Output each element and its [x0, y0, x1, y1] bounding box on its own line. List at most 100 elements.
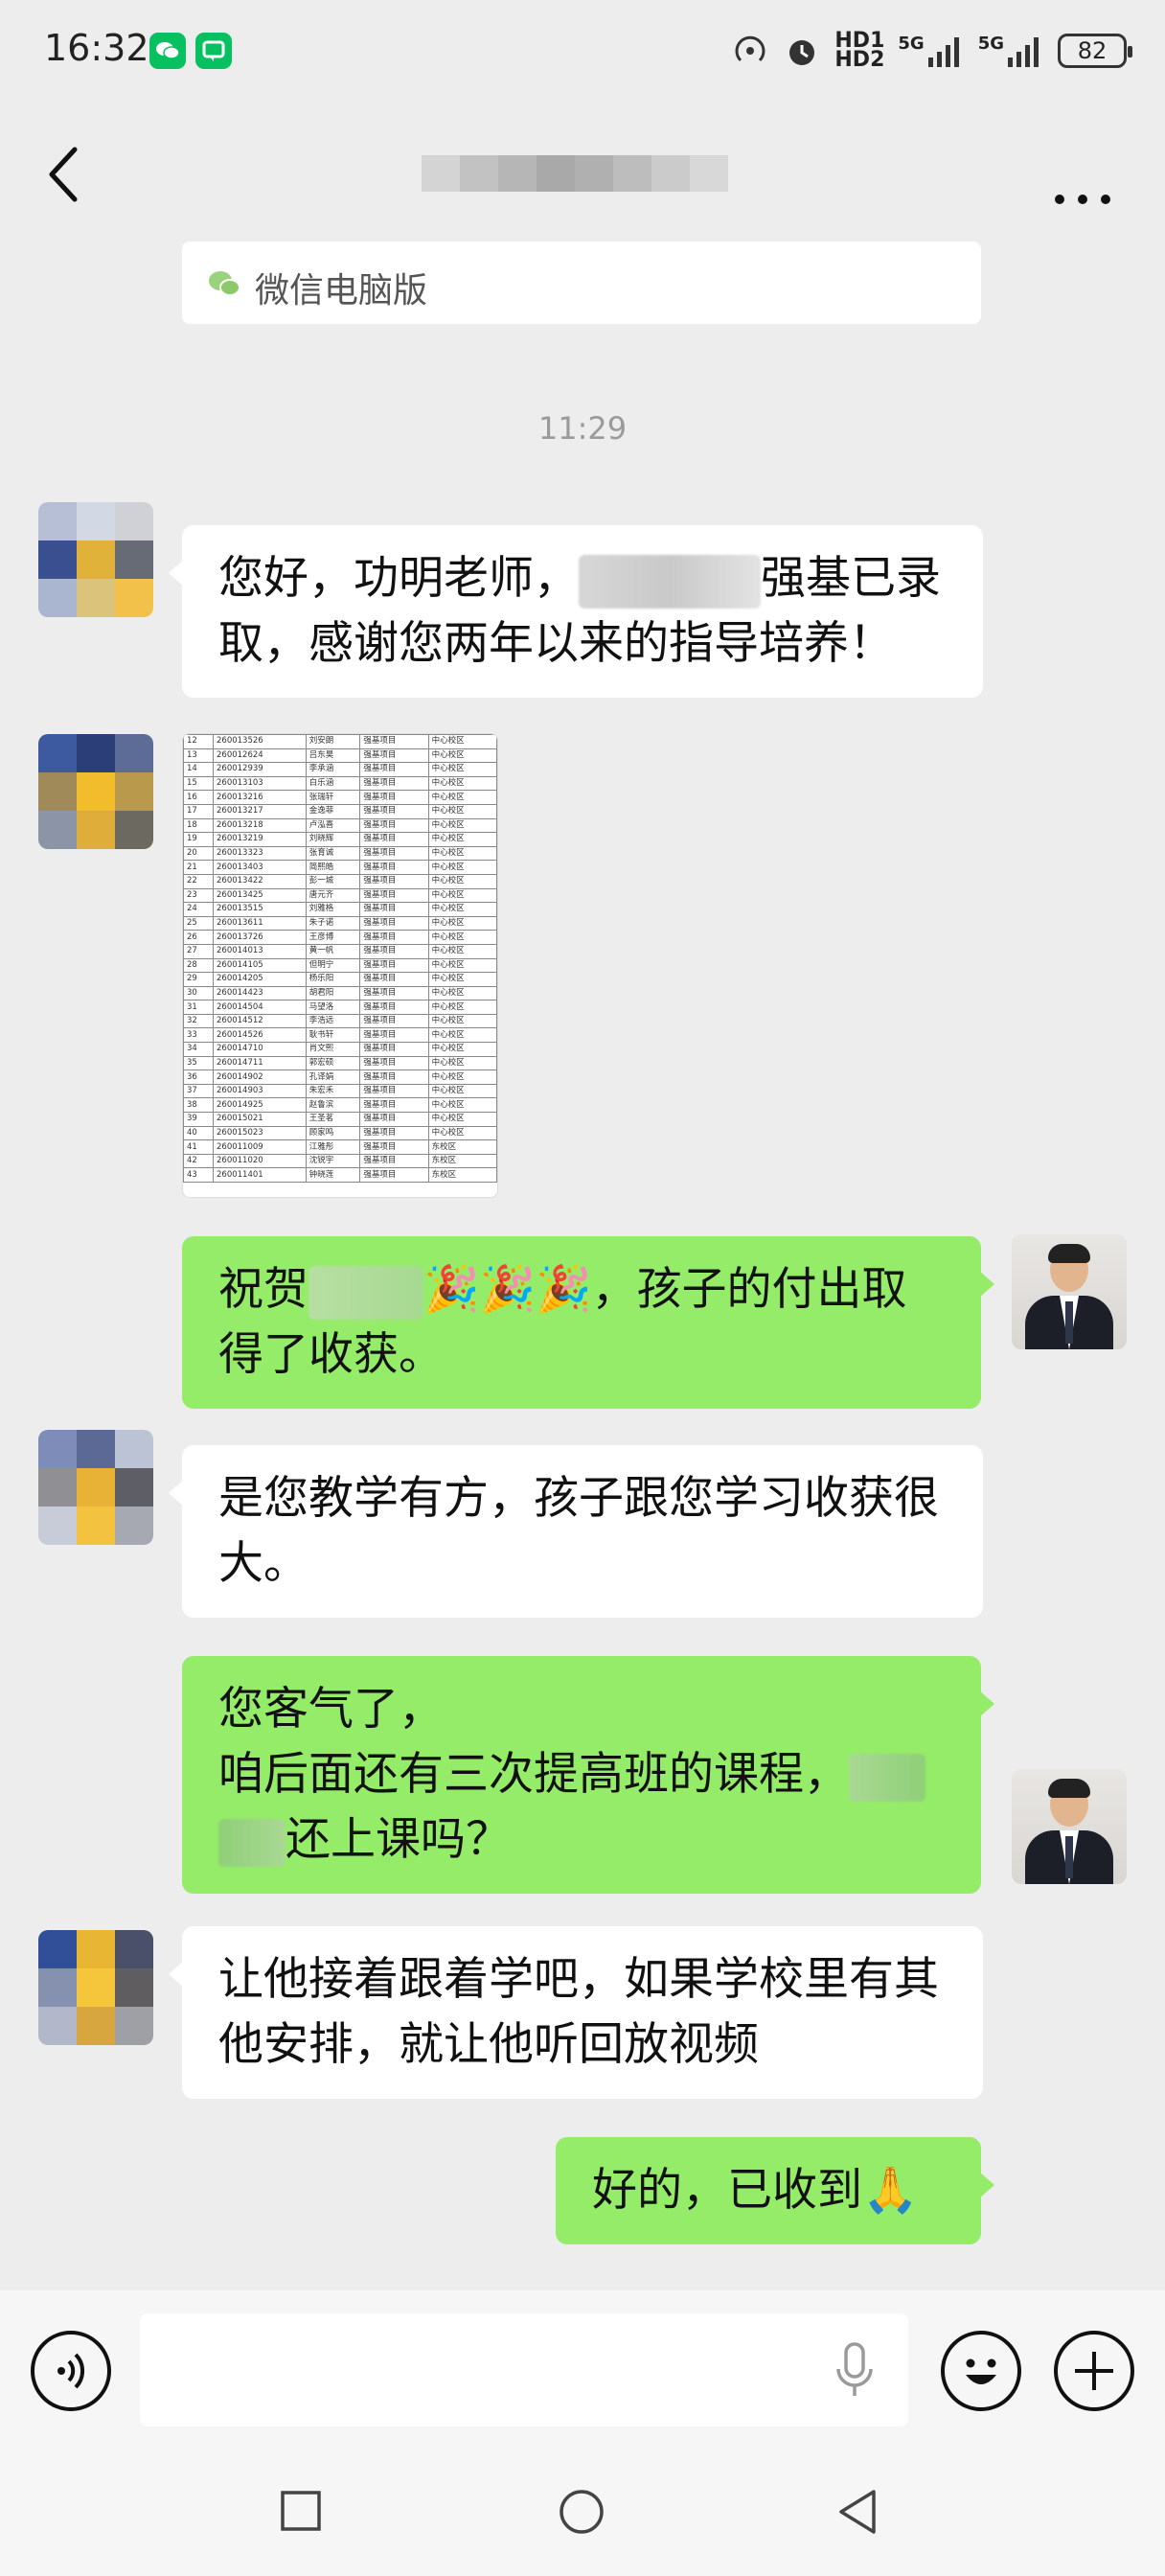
table-cell: 钟晓莲: [305, 1167, 361, 1183]
table-row: 29 260014205 杨乐阳 强基项目 中心校区: [183, 972, 497, 987]
table-cell: 中心校区: [427, 930, 497, 945]
table-cell: 18: [183, 817, 214, 834]
table-cell: 14: [183, 762, 214, 777]
signal-bars-icon: [1008, 37, 1039, 67]
message-bubble-outgoing[interactable]: 祝贺 🎉🎉🎉，孩子的付出取得了收获。: [182, 1236, 994, 1409]
table-cell: 260013216: [213, 790, 307, 805]
table-cell: 260013323: [213, 845, 307, 862]
contact-avatar[interactable]: [38, 1930, 153, 2045]
table-cell: 中心校区: [427, 790, 497, 805]
table-cell: 但明宁: [305, 957, 361, 974]
table-cell: 强基项目: [359, 957, 429, 974]
table-cell: 沈锐宇: [305, 1153, 361, 1169]
table-cell: 张瑞轩: [305, 790, 361, 805]
redacted-name: [308, 1265, 423, 1320]
mic-icon[interactable]: [834, 2342, 876, 2400]
table-cell: 强基项目: [359, 817, 429, 834]
redacted-name: [218, 1818, 286, 1867]
battery-indicator: 82: [1058, 34, 1132, 68]
table-cell: 17: [183, 803, 214, 819]
message-input[interactable]: [140, 2313, 908, 2426]
status-bar: 16:32 HD1 HD2 5G 5G 82: [0, 0, 1165, 105]
table-cell: 260012939: [213, 762, 307, 777]
my-avatar[interactable]: [1012, 1769, 1127, 1884]
table-row: 38 260014925 赵鲁滨 强基项目 中心校区: [183, 1097, 497, 1114]
back-button[interactable]: [44, 144, 82, 205]
message-bubble-outgoing[interactable]: 好的，已收到🙏: [556, 2137, 994, 2244]
table-row: 41 260011009 江雅彤 强基项目 东校区: [183, 1139, 497, 1155]
table-cell: 26: [183, 930, 214, 945]
table-cell: 260013425: [213, 887, 307, 904]
emoji-icon: [966, 2358, 996, 2384]
emoji-button[interactable]: [941, 2331, 1021, 2411]
wechat-icon: [209, 271, 240, 296]
contact-avatar[interactable]: [38, 502, 153, 617]
table-cell: 260014205: [213, 972, 307, 987]
more-button[interactable]: [1054, 171, 1111, 215]
image-message-enrollment-list[interactable]: 12 260013526 刘安朗 强基项目 中心校区 13 260012624 吕东昊 强基项目…: [182, 733, 498, 1198]
table-cell: 中心校区: [427, 1125, 497, 1141]
table-cell: 中心校区: [427, 803, 497, 819]
table-cell: 强基项目: [359, 1139, 429, 1155]
recent-apps-icon[interactable]: [280, 2490, 322, 2532]
pc-wechat-notice[interactable]: 微信电脑版: [182, 242, 981, 324]
table-row: 30 260014423 胡君阳 强基项目 中心校区: [183, 985, 497, 1001]
table-row: 34 260014710 肖文熙 强基项目 中心校区: [183, 1042, 497, 1057]
table-row: 18 260013218 卢泓喜 强基项目 中心校区: [183, 817, 497, 834]
table-row: 32 260014512 李浩远 强基项目 中心校区: [183, 1013, 497, 1029]
enrollment-table: 12 260013526 刘安朗 强基项目 中心校区 13 260012624 吕东昊 强基项目…: [183, 734, 497, 1183]
table-cell: 260014711: [213, 1055, 307, 1071]
message-bubble-outgoing[interactable]: 您客气了， 咱后面还有三次提高班的课程， 还上课吗？: [182, 1656, 994, 1894]
table-cell: 白乐涵: [305, 775, 361, 792]
table-cell: 260013726: [213, 930, 307, 945]
table-cell: 东校区: [427, 1153, 497, 1169]
contact-avatar[interactable]: [38, 734, 153, 849]
redacted-name: [579, 554, 761, 609]
status-time: 16:32: [44, 27, 149, 69]
table-row: 25 260013611 朱子诺 强基项目 中心校区: [183, 915, 497, 932]
alarm-icon: [789, 40, 815, 65]
wechat-notification-icon: [149, 33, 186, 69]
table-row: 37 260014903 朱宏禾 强基项目 中心校区: [183, 1083, 497, 1099]
party-popper-emoji: 🎉🎉🎉: [423, 1263, 592, 1316]
contact-avatar[interactable]: [38, 1430, 153, 1545]
table-cell: 260012624: [213, 748, 307, 764]
message-bubble-incoming[interactable]: 是您教学有方，孩子跟您学习收获很大。: [169, 1445, 983, 1618]
table-cell: 260014504: [213, 1000, 307, 1015]
table-cell: 中心校区: [427, 972, 497, 987]
table-cell: 中心校区: [427, 775, 497, 792]
table-cell: 中心校区: [427, 943, 497, 959]
message-bubble-incoming[interactable]: 让他接着跟着学吧，如果学校里有其他安排，就让他听回放视频: [169, 1926, 983, 2099]
home-icon[interactable]: [558, 2488, 605, 2536]
table-cell: 中心校区: [427, 1000, 497, 1015]
table-cell: 260013217: [213, 803, 307, 819]
more-functions-button[interactable]: [1054, 2331, 1134, 2411]
table-cell: 13: [183, 748, 214, 764]
table-cell: 强基项目: [359, 873, 429, 889]
table-cell: 郭宏硕: [305, 1055, 361, 1071]
table-cell: 33: [183, 1027, 214, 1044]
back-icon[interactable]: [835, 2488, 879, 2536]
pray-emoji: 🙏: [862, 2164, 919, 2217]
table-cell: 强基项目: [359, 748, 429, 764]
table-cell: 中心校区: [427, 1027, 497, 1044]
table-cell: 强基项目: [359, 775, 429, 792]
table-cell: 30: [183, 985, 214, 1001]
table-cell: 王彦博: [305, 930, 361, 945]
my-avatar[interactable]: [1012, 1234, 1127, 1349]
table-row: 16 260013216 张瑞轩 强基项目 中心校区: [183, 790, 497, 805]
table-cell: 强基项目: [359, 832, 429, 847]
table-cell: 260013403: [213, 860, 307, 875]
table-cell: 35: [183, 1055, 214, 1071]
message-notification-icon: [195, 33, 232, 69]
table-row: 27 260014013 黄一帆 强基项目 中心校区: [183, 943, 497, 959]
notice-text: 微信电脑版: [255, 271, 428, 310]
message-bubble-incoming[interactable]: 您好，功明老师， 强基已录取，感谢您两年以来的指导培养！: [169, 525, 983, 698]
table-cell: 强基项目: [359, 1042, 429, 1057]
table-cell: 中心校区: [427, 1070, 497, 1085]
table-cell: 东校区: [427, 1167, 497, 1183]
table-cell: 强基项目: [359, 887, 429, 904]
voice-toggle-button[interactable]: [31, 2331, 111, 2411]
table-cell: 中心校区: [427, 957, 497, 974]
table-cell: 强基项目: [359, 1027, 429, 1044]
